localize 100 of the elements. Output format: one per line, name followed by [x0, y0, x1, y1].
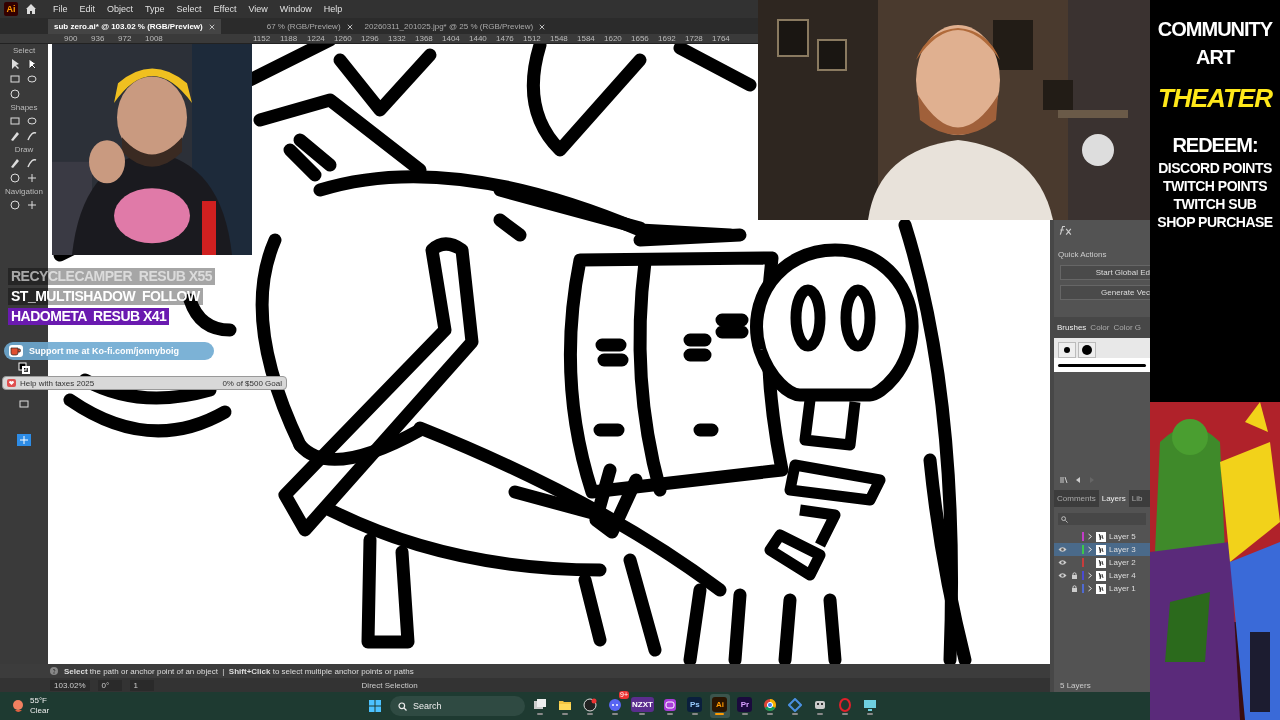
menu-item[interactable]: Select [171, 4, 207, 14]
ruler-label: 972 [118, 34, 132, 43]
layer-row[interactable]: Layer 1 [1054, 582, 1150, 595]
panel-tab[interactable]: Color [1090, 323, 1110, 332]
search-button[interactable]: Search [390, 696, 525, 716]
quick-action-button[interactable]: Start Global Ed [1060, 265, 1150, 280]
reward-option: TWITCH POINTS [1163, 178, 1267, 195]
layer-row[interactable]: Layer 2 [1054, 556, 1150, 569]
layer-row[interactable]: Layer 5 [1054, 530, 1150, 543]
edit-toolbar-icon[interactable] [16, 434, 32, 446]
brush-swatch[interactable] [1078, 342, 1096, 358]
panel-tab[interactable]: Lib [1128, 490, 1146, 507]
cup-icon [8, 344, 24, 358]
ruler-label: 1332 [388, 34, 406, 43]
artboard-field[interactable]: 1 [129, 679, 154, 691]
ruler-label: 900 [64, 34, 78, 43]
menu-item[interactable]: Window [274, 4, 317, 14]
menu-item[interactable]: Edit [74, 4, 101, 14]
menu-item[interactable]: Help [318, 4, 348, 14]
tool-icon[interactable] [8, 172, 21, 184]
menu-item[interactable]: Object [102, 4, 139, 14]
tool-icon[interactable] [8, 157, 21, 169]
ruler-label: 936 [91, 34, 105, 43]
taskbar-app[interactable]: Pr [734, 694, 755, 718]
tool-icon[interactable] [8, 115, 21, 127]
goal-title: Help with taxes 2025 [20, 378, 95, 388]
collapse-icon[interactable] [1074, 476, 1082, 484]
menu-item[interactable]: Type [140, 4, 170, 14]
heart-icon [7, 379, 16, 387]
ruler-label: 1368 [415, 34, 433, 43]
close-icon[interactable] [539, 23, 546, 30]
ruler-label: 1404 [442, 34, 460, 43]
weather-condition: Clear [30, 706, 50, 716]
zoom-field[interactable]: 103.02% [50, 679, 90, 691]
chevron-icon[interactable] [1087, 585, 1093, 592]
eye-icon[interactable] [1058, 559, 1067, 566]
home-icon[interactable] [24, 2, 38, 16]
fill-stroke-icon[interactable] [18, 362, 30, 374]
tool-icon[interactable] [25, 199, 38, 211]
ruler-label: 1476 [496, 34, 514, 43]
lock-icon[interactable] [1070, 572, 1079, 579]
ruler-label: 1548 [550, 34, 568, 43]
quick-action-button[interactable]: Generate Vec [1060, 285, 1150, 300]
tool-group-label: Draw [14, 145, 34, 154]
layer-thumbnail [1096, 531, 1106, 542]
layer-name: Layer 4 [1109, 571, 1136, 580]
tool-icon[interactable] [8, 130, 21, 142]
library-icon[interactable] [1060, 476, 1068, 484]
tool-group-label: Select [12, 46, 36, 55]
eye-icon[interactable] [1058, 546, 1067, 553]
tool-icon[interactable] [25, 130, 38, 142]
close-icon[interactable] [208, 23, 215, 30]
panel-tab[interactable]: Comments [1054, 490, 1099, 507]
tool-icon[interactable] [25, 115, 38, 127]
taskbar-app[interactable]: Ai [709, 694, 730, 718]
eye-icon[interactable] [1058, 572, 1067, 579]
tool-icon[interactable] [25, 172, 38, 184]
weather-icon[interactable] [10, 698, 26, 714]
ruler-label: 1440 [469, 34, 487, 43]
tool-group-label: Shapes [10, 103, 38, 112]
ruler-label: 1620 [604, 34, 622, 43]
layer-thumbnail [1096, 544, 1106, 555]
goal-progress: 0% of $500 Goal [222, 378, 282, 388]
layer-row[interactable]: Layer 4 [1054, 569, 1150, 582]
close-icon[interactable] [346, 23, 353, 30]
panel-tab[interactable]: Layers [1098, 490, 1129, 507]
chevron-icon[interactable] [1087, 546, 1093, 553]
temperature: 55°F [30, 696, 48, 706]
tool-icon[interactable] [25, 73, 38, 85]
app-logo[interactable]: Ai [4, 2, 18, 16]
search-field[interactable] [1058, 513, 1146, 525]
reward-option: SHOP PURCHASE [1157, 214, 1273, 231]
current-tool-label[interactable]: Direct Selection [361, 680, 418, 690]
taskbar-app[interactable]: Ps [684, 694, 705, 718]
brush-swatch[interactable] [1058, 342, 1076, 358]
taskbar-app[interactable]: NZXT [630, 694, 655, 718]
rotation-field[interactable]: 0° [97, 679, 122, 691]
brush-stroke-preview[interactable] [1058, 363, 1146, 367]
alert-message: HADOMETA RESUB X41 [8, 308, 170, 325]
effects-icon[interactable] [1058, 224, 1072, 236]
section-title: Quick Actions [1057, 249, 1108, 261]
menu-item[interactable]: View [243, 4, 273, 14]
app-tile-icon: Pr [737, 697, 753, 712]
menu-item[interactable]: Effect [208, 4, 242, 14]
ruler-label: 1224 [307, 34, 325, 43]
chevron-icon[interactable] [1087, 572, 1093, 579]
screen-mode-icon[interactable] [18, 398, 30, 410]
layer-row[interactable]: Layer 3 [1054, 543, 1150, 556]
tool-icon[interactable] [8, 73, 21, 85]
menu-item[interactable]: File [48, 4, 73, 14]
panel-tab[interactable]: Brushes [1057, 323, 1087, 332]
panel-tab[interactable]: Color G [1113, 323, 1142, 332]
tool-icon[interactable] [8, 88, 21, 100]
lock-icon[interactable] [1070, 585, 1079, 592]
chevron-icon[interactable] [1087, 533, 1093, 540]
document-tab[interactable]: sub zero.ai* @ 103.02 % (RGB/Preview) [48, 19, 221, 34]
search-icon [1061, 515, 1068, 523]
tool-icon[interactable] [25, 157, 38, 169]
ruler-label: 1008 [145, 34, 163, 43]
tool-icon[interactable] [8, 199, 21, 211]
